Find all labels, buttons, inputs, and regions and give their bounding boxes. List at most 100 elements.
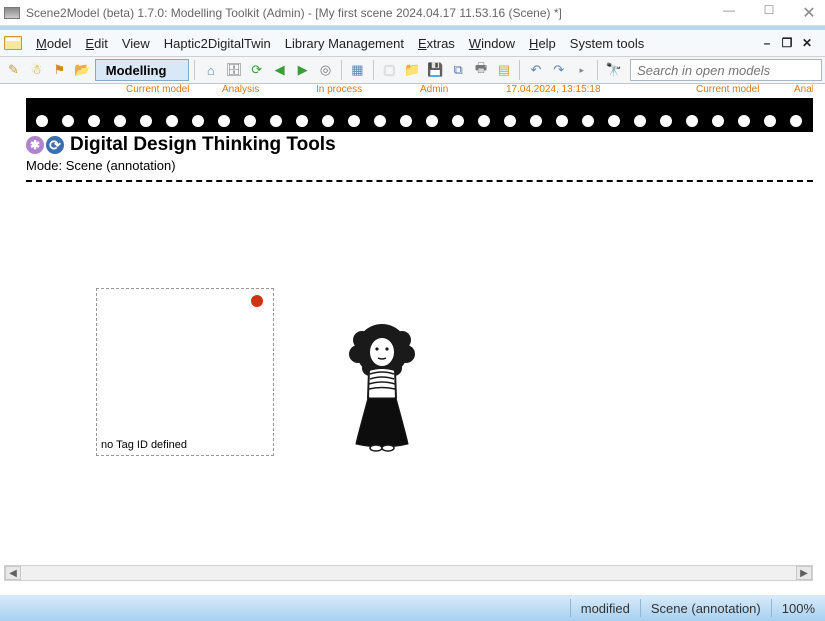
timeline-dot — [244, 115, 256, 127]
timeline-header: Current modelAnalysisIn processAdmin17.0… — [26, 98, 813, 132]
workspace: Current model Analysis In process Admin 17.0… — [0, 84, 825, 595]
timeline-label: Analysis — [222, 84, 259, 95]
open-folder-icon[interactable]: 📁 — [402, 59, 423, 81]
timeline-dot — [686, 115, 698, 127]
close-button[interactable]: ✕ — [797, 3, 821, 23]
scroll-track[interactable] — [21, 566, 796, 580]
print-icon[interactable]: 🖶 — [471, 59, 492, 81]
search-input[interactable] — [630, 59, 822, 81]
timeline-label: Current model — [696, 84, 759, 95]
new-file-icon[interactable]: ▢ — [379, 59, 400, 81]
mode-button[interactable]: Modelling — [95, 59, 190, 81]
more-icon[interactable]: ▸ — [571, 59, 592, 81]
mdi-minimize-button[interactable]: – — [759, 36, 775, 50]
menu-help[interactable]: Help — [522, 34, 563, 53]
database-icon[interactable]: 🗄 — [223, 59, 244, 81]
menu-library-management[interactable]: Library Management — [278, 34, 411, 53]
menubar: Model Edit View Haptic2DigitalTwin Libra… — [0, 30, 825, 56]
timeline-dot — [62, 115, 74, 127]
save-icon[interactable]: 💾 — [425, 59, 446, 81]
timeline-dot — [452, 115, 464, 127]
minimize-button[interactable]: — — [717, 3, 741, 23]
timeline-dot — [478, 115, 490, 127]
dashed-separator — [26, 180, 813, 182]
asterisk-icon[interactable]: ✱ — [26, 136, 44, 154]
timeline-dot — [322, 115, 334, 127]
home-icon[interactable]: ⌂ — [200, 59, 221, 81]
timeline-label: 17.04.2024, 13:15:18 — [506, 84, 601, 95]
timeline-dot — [88, 115, 100, 127]
timeline-dot — [790, 115, 802, 127]
placeholder-box[interactable]: no Tag ID defined — [96, 288, 274, 456]
timeline-label: Analy — [794, 84, 813, 95]
mdi-restore-button[interactable]: ❐ — [779, 36, 795, 50]
mdi-close-button[interactable]: ✕ — [799, 36, 815, 50]
horizontal-scrollbar[interactable]: ◀ ▶ — [4, 565, 813, 581]
menu-model-rest: odel — [47, 36, 72, 51]
timeline-dot — [374, 115, 386, 127]
timeline-dot — [608, 115, 620, 127]
timeline-dot — [738, 115, 750, 127]
statusbar: modified Scene (annotation) 100% — [0, 595, 825, 621]
flag-icon[interactable]: ⚑ — [49, 59, 70, 81]
timeline-dot — [270, 115, 282, 127]
toolbar: ✎ ☃ ⚑ 📂 Modelling ⌂ 🗄 ⟳ ◀ ▶ ◎ ▦ ▢ 📁 💾 ⧉ … — [0, 56, 825, 84]
menu-haptic2digitaltwin[interactable]: Haptic2DigitalTwin — [157, 34, 278, 53]
timeline-dot — [530, 115, 542, 127]
forward-icon[interactable]: ▶ — [292, 59, 313, 81]
undo-icon[interactable]: ↶ — [525, 59, 546, 81]
menu-window[interactable]: Window — [462, 34, 522, 53]
status-modified: modified — [570, 599, 640, 617]
menu-edit[interactable]: Edit — [78, 34, 114, 53]
scroll-right-icon[interactable]: ▶ — [796, 566, 812, 580]
timeline-label: Current model — [126, 84, 189, 95]
maximize-button[interactable]: ☐ — [757, 3, 781, 23]
person-icon[interactable]: ☃ — [26, 59, 47, 81]
timeline-dot — [764, 115, 776, 127]
refresh-circle-icon[interactable]: ⟳ — [46, 136, 64, 154]
app-icon — [4, 7, 20, 19]
document-title-row: ✱ ⟳ Digital Design Thinking Tools — [26, 134, 813, 156]
status-scene: Scene (annotation) — [640, 599, 771, 617]
titlebar: Scene2Model (beta) 1.7.0: Modelling Tool… — [0, 0, 825, 26]
timeline-dot — [140, 115, 152, 127]
menubar-app-icon — [4, 36, 22, 50]
timeline-dot — [36, 115, 48, 127]
timeline-label: Admin — [420, 84, 448, 95]
save-all-icon[interactable]: ⧉ — [448, 59, 469, 81]
timeline-dot — [712, 115, 724, 127]
canvas[interactable]: Current model Analysis In process Admin 17.0… — [4, 84, 813, 563]
redo-icon[interactable]: ↷ — [548, 59, 569, 81]
timeline-dot — [556, 115, 568, 127]
target-icon[interactable]: ◎ — [315, 59, 336, 81]
timeline-dot — [582, 115, 594, 127]
grid-icon[interactable]: ▦ — [347, 59, 368, 81]
timeline-dot — [426, 115, 438, 127]
document-title: Digital Design Thinking Tools — [70, 134, 336, 156]
folder-icon[interactable]: 📂 — [72, 59, 93, 81]
refresh-icon[interactable]: ⟳ — [246, 59, 267, 81]
scroll-left-icon[interactable]: ◀ — [5, 566, 21, 580]
timeline-dot — [400, 115, 412, 127]
notag-label: no Tag ID defined — [101, 439, 187, 451]
timeline-dot — [504, 115, 516, 127]
timeline-dot — [348, 115, 360, 127]
timeline-dot — [634, 115, 646, 127]
menu-extras[interactable]: Extras — [411, 34, 462, 53]
window-title: Scene2Model (beta) 1.7.0: Modelling Tool… — [26, 6, 717, 20]
tag-indicator-icon — [251, 295, 263, 307]
timeline-label: In process — [316, 84, 362, 95]
stack-icon[interactable]: ▤ — [494, 59, 515, 81]
back-icon[interactable]: ◀ — [269, 59, 290, 81]
status-zoom[interactable]: 100% — [771, 599, 825, 617]
person-figure[interactable] — [342, 320, 422, 454]
timeline-dot — [660, 115, 672, 127]
mode-label: Mode: Scene (annotation) — [26, 158, 176, 173]
timeline-dot — [192, 115, 204, 127]
draw-icon[interactable]: ✎ — [3, 59, 24, 81]
menu-model[interactable]: Model — [29, 34, 78, 53]
menu-system-tools[interactable]: System tools — [563, 34, 651, 53]
menu-view[interactable]: View — [115, 34, 157, 53]
timeline-dot — [114, 115, 126, 127]
binoculars-icon[interactable]: 🔭 — [603, 59, 624, 81]
